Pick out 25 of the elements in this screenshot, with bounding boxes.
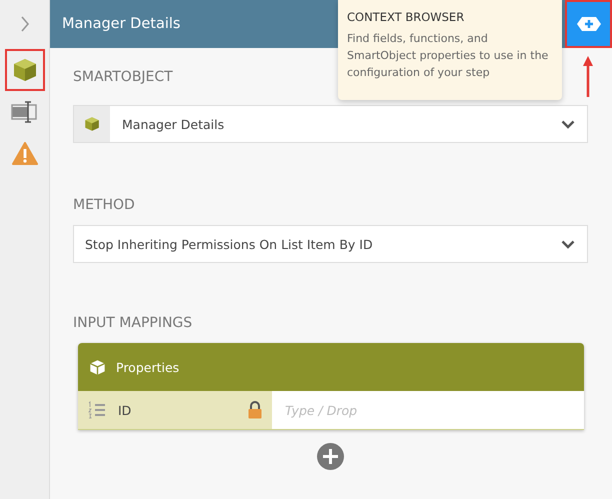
numbered-list-icon [88, 401, 106, 419]
smartobject-dropdown[interactable]: Manager Details [73, 105, 588, 143]
chevron-down-icon [561, 240, 575, 248]
tooltip-text: Find fields, functions, and SmartObject properties to use in the configuration of your step [347, 31, 550, 81]
warning-icon [12, 142, 38, 166]
plus-tag-icon [576, 16, 602, 32]
chevron-right-icon[interactable] [20, 16, 30, 32]
cube-icon [89, 358, 106, 376]
cube-icon [84, 116, 100, 132]
section-label: METHOD [73, 197, 135, 215]
cube-icon [12, 57, 38, 83]
annotation-arrow [583, 56, 593, 98]
section-label: SMARTOBJECT [73, 69, 173, 87]
value-input[interactable]: Type / Drop [272, 391, 584, 429]
property-name: ID [118, 402, 132, 418]
card-title: Properties [116, 360, 180, 374]
context-browser-button[interactable] [565, 0, 612, 48]
smartobject-tab[interactable] [4, 49, 44, 91]
tooltip-title: CONTEXT BROWSER [347, 10, 466, 24]
method-dropdown[interactable]: Stop Inheriting Permissions On List Item By ID [73, 225, 588, 263]
text-field-icon [10, 101, 38, 123]
chevron-down-icon [561, 120, 575, 128]
panel-title: Manager Details [62, 16, 180, 32]
section-label: INPUT MAPPINGS [73, 315, 192, 333]
add-icon[interactable] [317, 443, 344, 470]
